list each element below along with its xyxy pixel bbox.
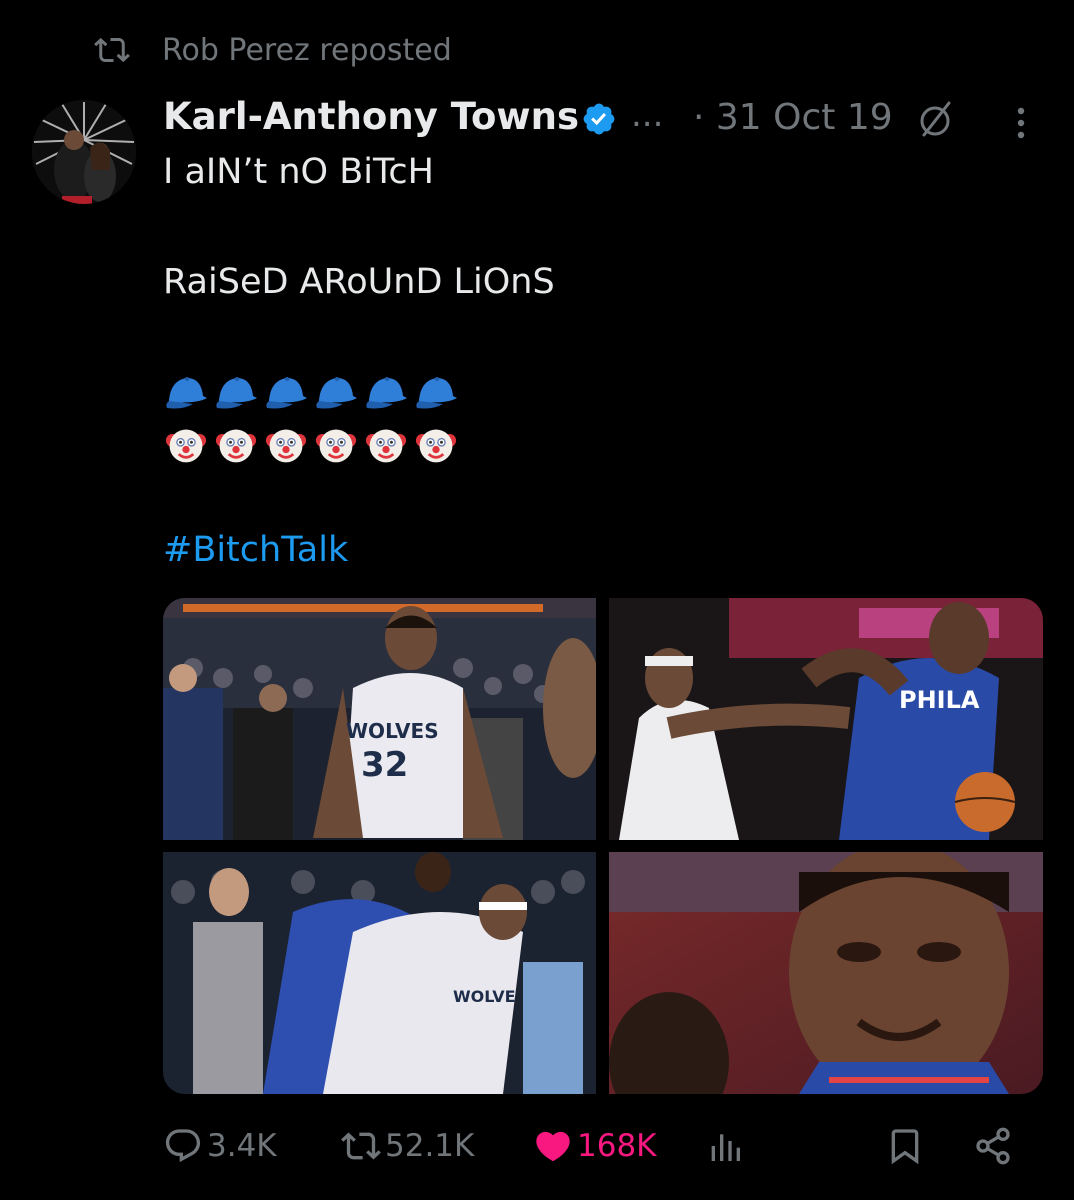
views-button[interactable] xyxy=(705,1118,749,1174)
more-options-icon[interactable] xyxy=(1001,103,1041,143)
media-grid: WOLVES 32 PHILA WOLVE xyxy=(163,598,1043,1094)
grok-icon[interactable] xyxy=(915,99,955,139)
like-button[interactable]: 168K xyxy=(533,1118,657,1174)
cap-emoji xyxy=(266,377,307,409)
cap-emoji-row xyxy=(163,370,459,412)
share-button[interactable] xyxy=(973,1118,1017,1174)
repost-count: 52.1K xyxy=(385,1128,475,1164)
views-icon xyxy=(711,1134,740,1161)
reply-icon xyxy=(165,1129,201,1163)
clown-emoji xyxy=(165,429,207,463)
clown-emoji xyxy=(315,429,357,463)
clown-emoji xyxy=(265,429,307,463)
clown-emoji xyxy=(215,429,257,463)
bookmark-button[interactable] xyxy=(885,1118,929,1174)
author-name[interactable]: Karl-Anthony Towns xyxy=(163,95,579,138)
photo-scuffle-referee[interactable]: WOLVE xyxy=(163,852,596,1094)
share-icon xyxy=(976,1127,1010,1165)
photo-embiid-phila[interactable]: PHILA xyxy=(609,598,1043,840)
reply-button[interactable]: 3.4K xyxy=(163,1118,277,1174)
tweet-text-line-2: RaiSeD ARoUnD LiOnS xyxy=(163,262,555,302)
avatar[interactable] xyxy=(32,100,136,204)
jersey-text: PHILA xyxy=(899,686,980,714)
photo-embiid-closeup[interactable] xyxy=(609,852,1043,1094)
clown-emoji-row xyxy=(163,424,459,466)
repost-icon xyxy=(341,1132,381,1160)
tweet-text-line-1: I aIN’t nO BiTcH xyxy=(163,152,434,192)
avatar-image xyxy=(32,100,136,204)
svg-text:WOLVE: WOLVE xyxy=(453,987,516,1006)
bookmark-icon xyxy=(891,1129,919,1165)
like-count: 168K xyxy=(577,1128,657,1164)
cap-emoji xyxy=(416,377,457,409)
repost-indicator[interactable]: Rob Perez reposted xyxy=(90,28,452,72)
photo-towns-wolves-32[interactable]: WOLVES 32 xyxy=(163,598,596,840)
cap-emoji xyxy=(316,377,357,409)
reply-count: 3.4K xyxy=(207,1128,277,1164)
cap-emoji xyxy=(166,377,207,409)
clown-emoji xyxy=(415,429,457,463)
repost-icon xyxy=(94,37,130,63)
tweet-actions: 3.4K 52.1K 168K xyxy=(163,1118,1043,1174)
repost-text: Rob Perez reposted xyxy=(162,32,452,68)
name-truncation: ... xyxy=(631,95,664,135)
cap-emoji xyxy=(366,377,407,409)
cap-emoji xyxy=(216,377,257,409)
jersey-text: WOLVES xyxy=(346,719,439,743)
clown-emoji xyxy=(365,429,407,463)
hashtag-link[interactable]: #BitchTalk xyxy=(163,530,348,570)
verified-badge-icon[interactable] xyxy=(581,101,617,137)
tweet-timestamp[interactable]: · 31 Oct 19 xyxy=(693,97,893,138)
repost-button[interactable]: 52.1K xyxy=(341,1118,474,1174)
tweet-header: Karl-Anthony Towns ... · 31 Oct 19 xyxy=(163,95,1043,145)
jersey-number: 32 xyxy=(361,745,408,785)
heart-filled-icon xyxy=(536,1131,570,1162)
